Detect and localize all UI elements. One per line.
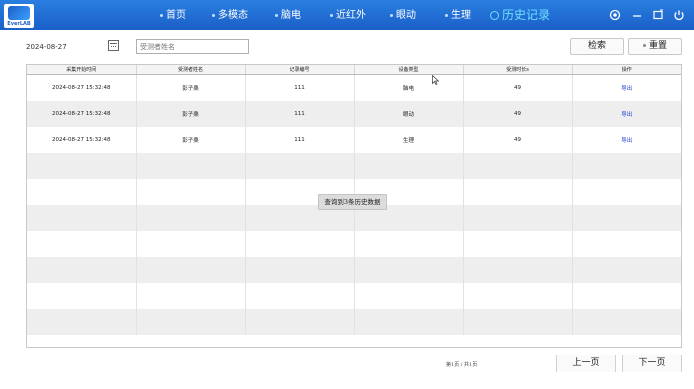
page-indicator: 第1页 / 共1页 (446, 362, 478, 368)
table-cell: 111 (245, 101, 355, 127)
table-cell: 49 (463, 101, 573, 127)
table-cell: 111 (245, 74, 355, 101)
export-link[interactable]: 导出 (621, 112, 632, 118)
table-cell: 49 (463, 127, 573, 153)
calendar-icon[interactable] (108, 40, 119, 51)
table-cell: 导出 (572, 127, 681, 153)
nav-dot-icon (390, 14, 393, 17)
nav-dot-icon (212, 14, 215, 17)
nav-item-physiology[interactable]: 生理 (445, 8, 471, 24)
nav-item-multimodal[interactable]: 多模态 (212, 8, 248, 24)
logo-text: EverLAB (7, 21, 31, 27)
column-header[interactable]: 操作 (572, 65, 681, 75)
empty-table-row (27, 153, 681, 179)
subject-name-input[interactable] (136, 39, 249, 54)
empty-table-row (27, 231, 681, 257)
empty-table-row (27, 257, 681, 283)
nav-item-eye-tracking[interactable]: 眼动 (390, 8, 416, 24)
column-header[interactable]: 受测时长s (463, 65, 573, 75)
table-cell: 导出 (572, 101, 681, 127)
table-cell: 导出 (572, 74, 681, 101)
empty-table-row (27, 283, 681, 309)
query-result-toast: 查询到3条历史数据 (318, 194, 387, 210)
column-header[interactable]: 设备类型 (354, 65, 464, 75)
minimize-icon[interactable] (630, 8, 644, 22)
settings-icon[interactable] (608, 8, 622, 22)
next-page-button[interactable]: 下一页 (622, 355, 682, 372)
table-cell: 49 (463, 74, 573, 101)
nav-dot-icon (445, 14, 448, 17)
table-cell: 眼动 (354, 101, 464, 127)
search-button[interactable]: 检索 (570, 38, 624, 55)
nav-item-fnirs[interactable]: 近红外 (330, 8, 366, 24)
table-cell: 2024-08-27 15:32:48 (27, 101, 137, 127)
app-logo: EverLAB (4, 4, 34, 28)
reset-button[interactable]: 重置 (628, 38, 682, 55)
table-cell: 111 (245, 127, 355, 153)
table-cell: 彭子桑 (136, 127, 246, 153)
empty-table-row (27, 309, 681, 335)
nav-active-dot-icon (490, 11, 499, 20)
nav-item-home[interactable]: 首页 (160, 8, 186, 24)
table-row[interactable]: 2024-08-27 15:32:48 彭子桑 111 眼动 49 导出 (27, 101, 681, 127)
export-link[interactable]: 导出 (621, 86, 632, 92)
power-icon[interactable] (672, 8, 686, 22)
table-row[interactable]: 2024-08-27 15:32:48 彭子桑 111 脑电 49 导出 (27, 74, 681, 101)
reset-dot-icon (642, 44, 646, 47)
nav-dot-icon (160, 14, 163, 17)
mouse-cursor-icon (432, 75, 440, 85)
prev-page-button[interactable]: 上一页 (556, 355, 616, 372)
restore-icon[interactable] (651, 8, 665, 22)
table-row[interactable]: 2024-08-27 15:32:48 彭子桑 111 生理 49 导出 (27, 127, 681, 153)
nav-item-eeg[interactable]: 脑电 (275, 8, 301, 24)
table-cell: 彭子桑 (136, 101, 246, 127)
table-cell: 脑电 (354, 74, 464, 101)
column-header[interactable]: 采集开始时间 (27, 65, 137, 75)
table-header-row: 采集开始时间 受测者姓名 记录编号 设备类型 受测时长s 操作 (27, 65, 681, 75)
nav-dot-icon (275, 14, 278, 17)
table-cell: 生理 (354, 127, 464, 153)
filter-toolbar: 2024-08-27 检索 重置 (0, 30, 694, 60)
top-navigation-bar: EverLAB 首页 多模态 脑电 近红外 眼动 生理 历史记录 (0, 0, 694, 30)
table-cell: 彭子桑 (136, 74, 246, 101)
column-header[interactable]: 受测者姓名 (136, 65, 246, 75)
table-cell: 2024-08-27 15:32:48 (27, 74, 137, 101)
nav-dot-icon (330, 14, 333, 17)
logo-mark-icon (8, 6, 30, 20)
export-link[interactable]: 导出 (621, 138, 632, 144)
table-cell: 2024-08-27 15:32:48 (27, 127, 137, 153)
nav-item-history[interactable]: 历史记录 (490, 7, 550, 23)
column-header[interactable]: 记录编号 (245, 65, 355, 75)
